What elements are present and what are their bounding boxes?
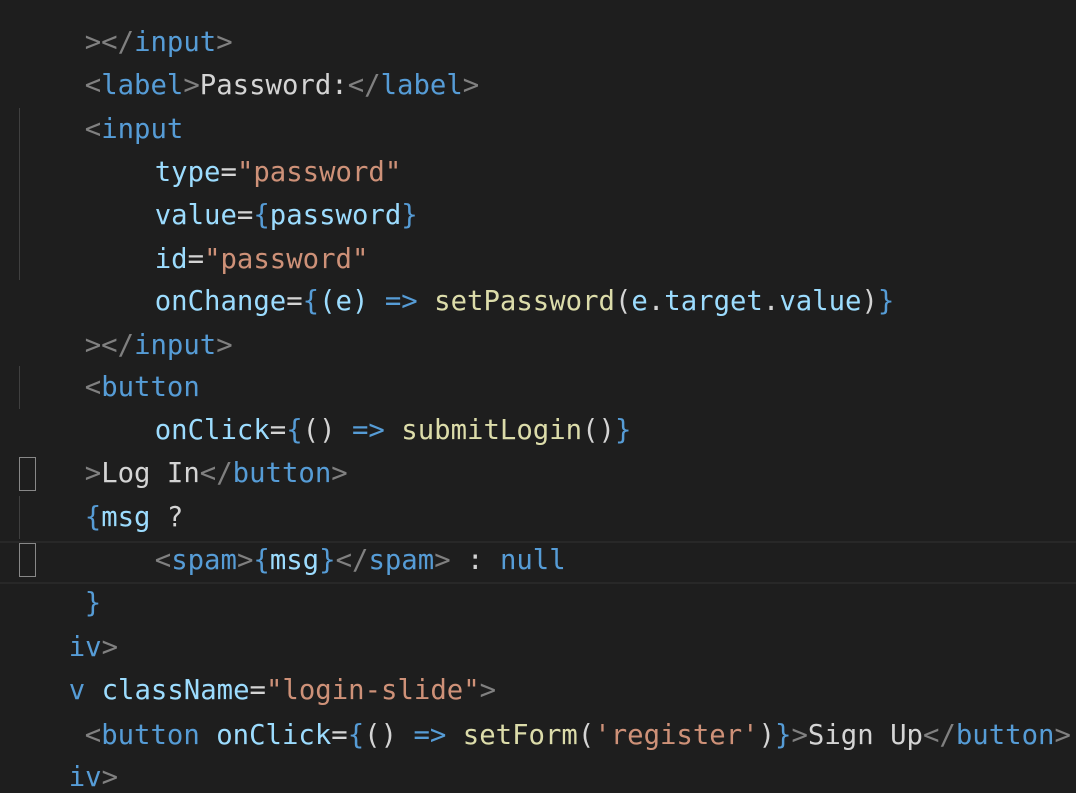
token: > <box>101 762 119 793</box>
token: submitLogin <box>401 415 583 446</box>
token: ( <box>577 720 595 751</box>
token: () <box>582 415 615 446</box>
code-line[interactable]: v className="login-slide"> <box>3 626 496 706</box>
token: </ <box>335 545 369 576</box>
code-line[interactable]: <spam>{msg}</spam> : null <box>89 496 566 576</box>
token: target <box>664 286 763 317</box>
token: : <box>450 545 500 576</box>
code-line[interactable]: ></input> <box>19 0 233 58</box>
token: msg <box>269 545 320 576</box>
token: > <box>1054 720 1071 751</box>
token: } <box>401 200 418 231</box>
token: > <box>434 545 451 576</box>
token: > <box>183 70 200 101</box>
token: label <box>380 70 463 101</box>
code-line[interactable]: } <box>19 539 101 619</box>
token: > <box>462 70 480 101</box>
code-editor[interactable]: ></input> <label>Password:</label> <inpu… <box>0 0 1076 793</box>
code-line[interactable]: onClick={() => submitLogin()} <box>89 366 632 446</box>
token: . <box>762 286 780 317</box>
token: button <box>955 720 1055 751</box>
token: setPassword <box>434 286 615 317</box>
token: onClick <box>216 720 332 751</box>
token: (e) <box>319 286 369 317</box>
token: > <box>331 458 348 489</box>
code-line[interactable]: <button <box>19 323 200 403</box>
token: 'register' <box>594 720 759 751</box>
code-line[interactable]: type="password" <box>89 108 402 188</box>
token: ( <box>614 286 632 317</box>
token: e <box>631 286 648 317</box>
code-line[interactable]: <button onClick={() => setForm('register… <box>19 671 1071 751</box>
token: { <box>302 286 320 317</box>
token: = <box>286 286 303 317</box>
code-line[interactable]: <input <box>19 65 184 145</box>
token: </ <box>199 458 233 489</box>
token: { <box>253 545 270 576</box>
token: spam <box>171 545 237 576</box>
code-line[interactable]: {msg ? <box>19 453 184 533</box>
token: > <box>236 545 254 576</box>
token: => <box>397 720 463 751</box>
token: { <box>347 720 365 751</box>
code-line[interactable]: >Log In</button> <box>19 409 348 489</box>
token: </ <box>922 720 956 751</box>
code-line[interactable]: id="password" <box>89 195 369 275</box>
code-line[interactable]: value={password} <box>89 151 418 231</box>
token: = <box>331 720 348 751</box>
token: => <box>368 286 435 317</box>
token: setForm <box>462 720 578 751</box>
token: } <box>877 286 895 317</box>
token: () <box>364 720 398 751</box>
token: } <box>614 415 632 446</box>
code-line[interactable]: iv> <box>3 713 118 793</box>
token: </ <box>347 70 381 101</box>
token: null <box>499 545 566 576</box>
token: } <box>775 720 792 751</box>
code-line[interactable]: onChange={(e) => setPassword(e.target.va… <box>89 237 895 317</box>
token: Password: <box>199 70 348 101</box>
token: . <box>647 286 665 317</box>
token: > <box>791 720 808 751</box>
token: spam <box>368 545 435 576</box>
code-line[interactable]: ></input> <box>19 281 233 361</box>
token: > <box>216 330 233 361</box>
token: ) <box>861 286 878 317</box>
token: iv <box>68 762 102 793</box>
code-line[interactable]: <label>Password:</label> <box>19 21 479 101</box>
token: < <box>154 545 172 576</box>
token: Sign Up <box>807 720 923 751</box>
token: value <box>779 286 862 317</box>
token: button <box>232 458 332 489</box>
token: ) <box>758 720 776 751</box>
code-line[interactable]: iv> <box>3 583 118 663</box>
token: } <box>319 545 336 576</box>
